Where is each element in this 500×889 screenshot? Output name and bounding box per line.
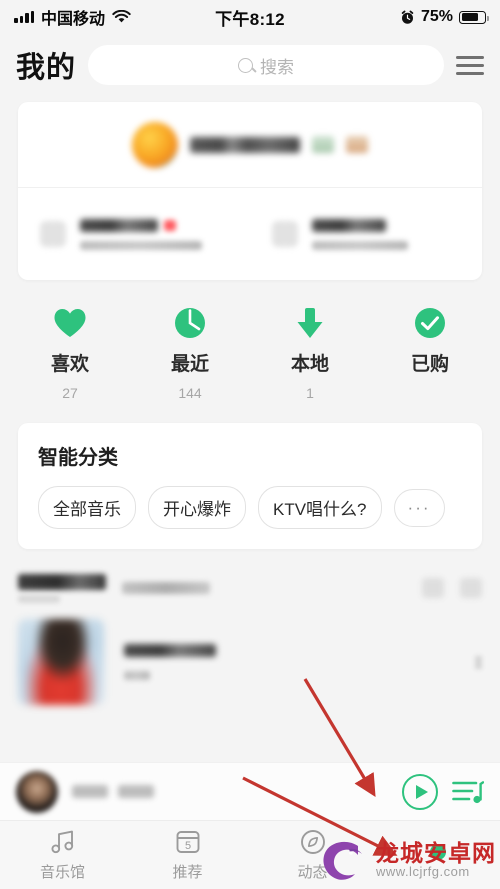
chip-more-button[interactable]: ··· [393, 488, 445, 527]
watermark-text: 龙城安卓网 www.lcjrfg.com [376, 841, 496, 879]
status-bar-left: 中国移动 [14, 5, 215, 29]
watermark: 龙城安卓网 www.lcjrfg.com [318, 837, 496, 883]
quick-action-label: 最近 [170, 354, 209, 375]
music-note-icon [50, 829, 76, 855]
profile-badge-1 [312, 136, 334, 153]
smart-classify-title: 智能分类 [38, 447, 118, 469]
quick-action-label: 本地 [290, 354, 329, 375]
battery-icon [459, 10, 490, 24]
now-playing-artwork[interactable] [16, 770, 58, 813]
profile-entry-rows [18, 188, 482, 280]
tab-recommend[interactable]: 5 推荐 [125, 821, 250, 889]
svg-text:5: 5 [184, 840, 190, 852]
status-bar: 中国移动 下午8:12 75% [0, 0, 500, 34]
play-circle-icon[interactable] [402, 773, 438, 810]
entry-icon [40, 221, 66, 247]
smart-classify-card: 智能分类 全部音乐 开心爆炸 KTV唱什么? ··· [18, 423, 482, 549]
playlist-thumbnail [18, 619, 104, 705]
battery-percent-label: 75% [420, 8, 454, 25]
heart-icon [53, 306, 87, 340]
page-header: 我的 搜索 [0, 34, 500, 96]
profile-name-redacted [190, 136, 300, 153]
sort-icon[interactable] [460, 578, 482, 598]
grid-view-icon[interactable] [422, 578, 444, 598]
chip-happy-explosion[interactable]: 开心爆炸 [148, 486, 246, 529]
tab-music-hall[interactable]: 音乐馆 [0, 821, 125, 889]
now-playing-title-redacted [72, 785, 108, 798]
entry-title-line [312, 218, 408, 232]
entry-title-redacted [80, 218, 158, 232]
chevron-right-icon [475, 655, 482, 669]
watermark-site-name: 龙城安卓网 [376, 840, 496, 867]
profile-entry-row[interactable] [250, 188, 482, 280]
profile-identity-row[interactable] [18, 102, 482, 188]
entry-title-redacted [312, 218, 386, 232]
profile-entry-row[interactable] [18, 188, 250, 280]
playlist-title-redacted [124, 644, 216, 657]
alarm-clock-icon [401, 10, 414, 24]
signal-bars-icon [14, 11, 34, 23]
carrier-label: 中国移动 [41, 11, 106, 28]
tab-label: 音乐馆 [39, 863, 85, 881]
quick-action-recent[interactable]: 最近 144 [130, 306, 250, 401]
entry-subtitle-redacted [80, 240, 202, 250]
entry-subtitle-redacted [312, 240, 408, 250]
playlist-queue-icon[interactable] [452, 779, 485, 805]
entry-text [80, 218, 202, 250]
playlist-section-header [18, 571, 482, 605]
quick-action-count: 27 [62, 385, 78, 401]
page-title: 我的 [16, 52, 77, 84]
download-arrow-icon [293, 306, 327, 340]
calendar-5-icon: 5 [175, 829, 201, 855]
search-icon [238, 57, 253, 73]
chip-ktv[interactable]: KTV唱什么? [258, 486, 382, 529]
mini-player[interactable] [0, 762, 500, 820]
chip-all-music[interactable]: 全部音乐 [38, 486, 136, 529]
search-input[interactable]: 搜索 [88, 45, 444, 85]
entry-title-line [80, 218, 202, 232]
playlist-header-sub-redacted [122, 582, 210, 594]
wifi-icon [112, 10, 131, 23]
clock-icon [173, 306, 207, 340]
entry-icon [272, 221, 298, 247]
smart-classify-chips: 全部音乐 开心爆炸 KTV唱什么? ··· [38, 486, 462, 529]
playlist-header-caption-redacted [18, 594, 60, 603]
quick-action-favorites[interactable]: 喜欢 27 [10, 306, 130, 401]
status-bar-time: 下午8:12 [215, 9, 285, 29]
dragon-logo-icon [323, 841, 362, 880]
tab-label: 推荐 [172, 863, 203, 881]
quick-action-label: 喜欢 [50, 354, 89, 375]
status-badge [164, 219, 176, 231]
quick-actions: 喜欢 27 最近 144 本地 1 已购 [0, 280, 500, 423]
app-screen: 中国移动 下午8:12 75% 我的 搜索 喜欢 27 最近 144 本地 1 … [0, 0, 500, 889]
quick-action-local[interactable]: 本地 1 [250, 306, 370, 401]
entry-text [312, 218, 408, 250]
search-placeholder: 搜索 [260, 57, 294, 77]
now-playing-artist-redacted [118, 785, 154, 798]
playlist-header-title-redacted [18, 573, 106, 590]
profile-badge-2 [346, 136, 368, 153]
list-item[interactable] [18, 619, 482, 705]
playlist-count-redacted [124, 671, 150, 680]
quick-action-purchased[interactable]: 已购 [370, 306, 490, 401]
check-circle-icon [413, 306, 447, 340]
playlist-section [0, 571, 500, 705]
profile-card[interactable] [18, 102, 482, 280]
playlist-info [124, 644, 216, 680]
avatar[interactable] [132, 121, 178, 168]
hamburger-menu-icon[interactable] [456, 50, 484, 81]
quick-action-count: 144 [178, 385, 202, 401]
quick-action-count: 1 [306, 385, 314, 401]
now-playing-meta [72, 785, 154, 798]
watermark-url: www.lcjrfg.com [376, 864, 470, 880]
quick-action-label: 已购 [410, 354, 449, 375]
status-bar-right: 75% [285, 8, 490, 26]
